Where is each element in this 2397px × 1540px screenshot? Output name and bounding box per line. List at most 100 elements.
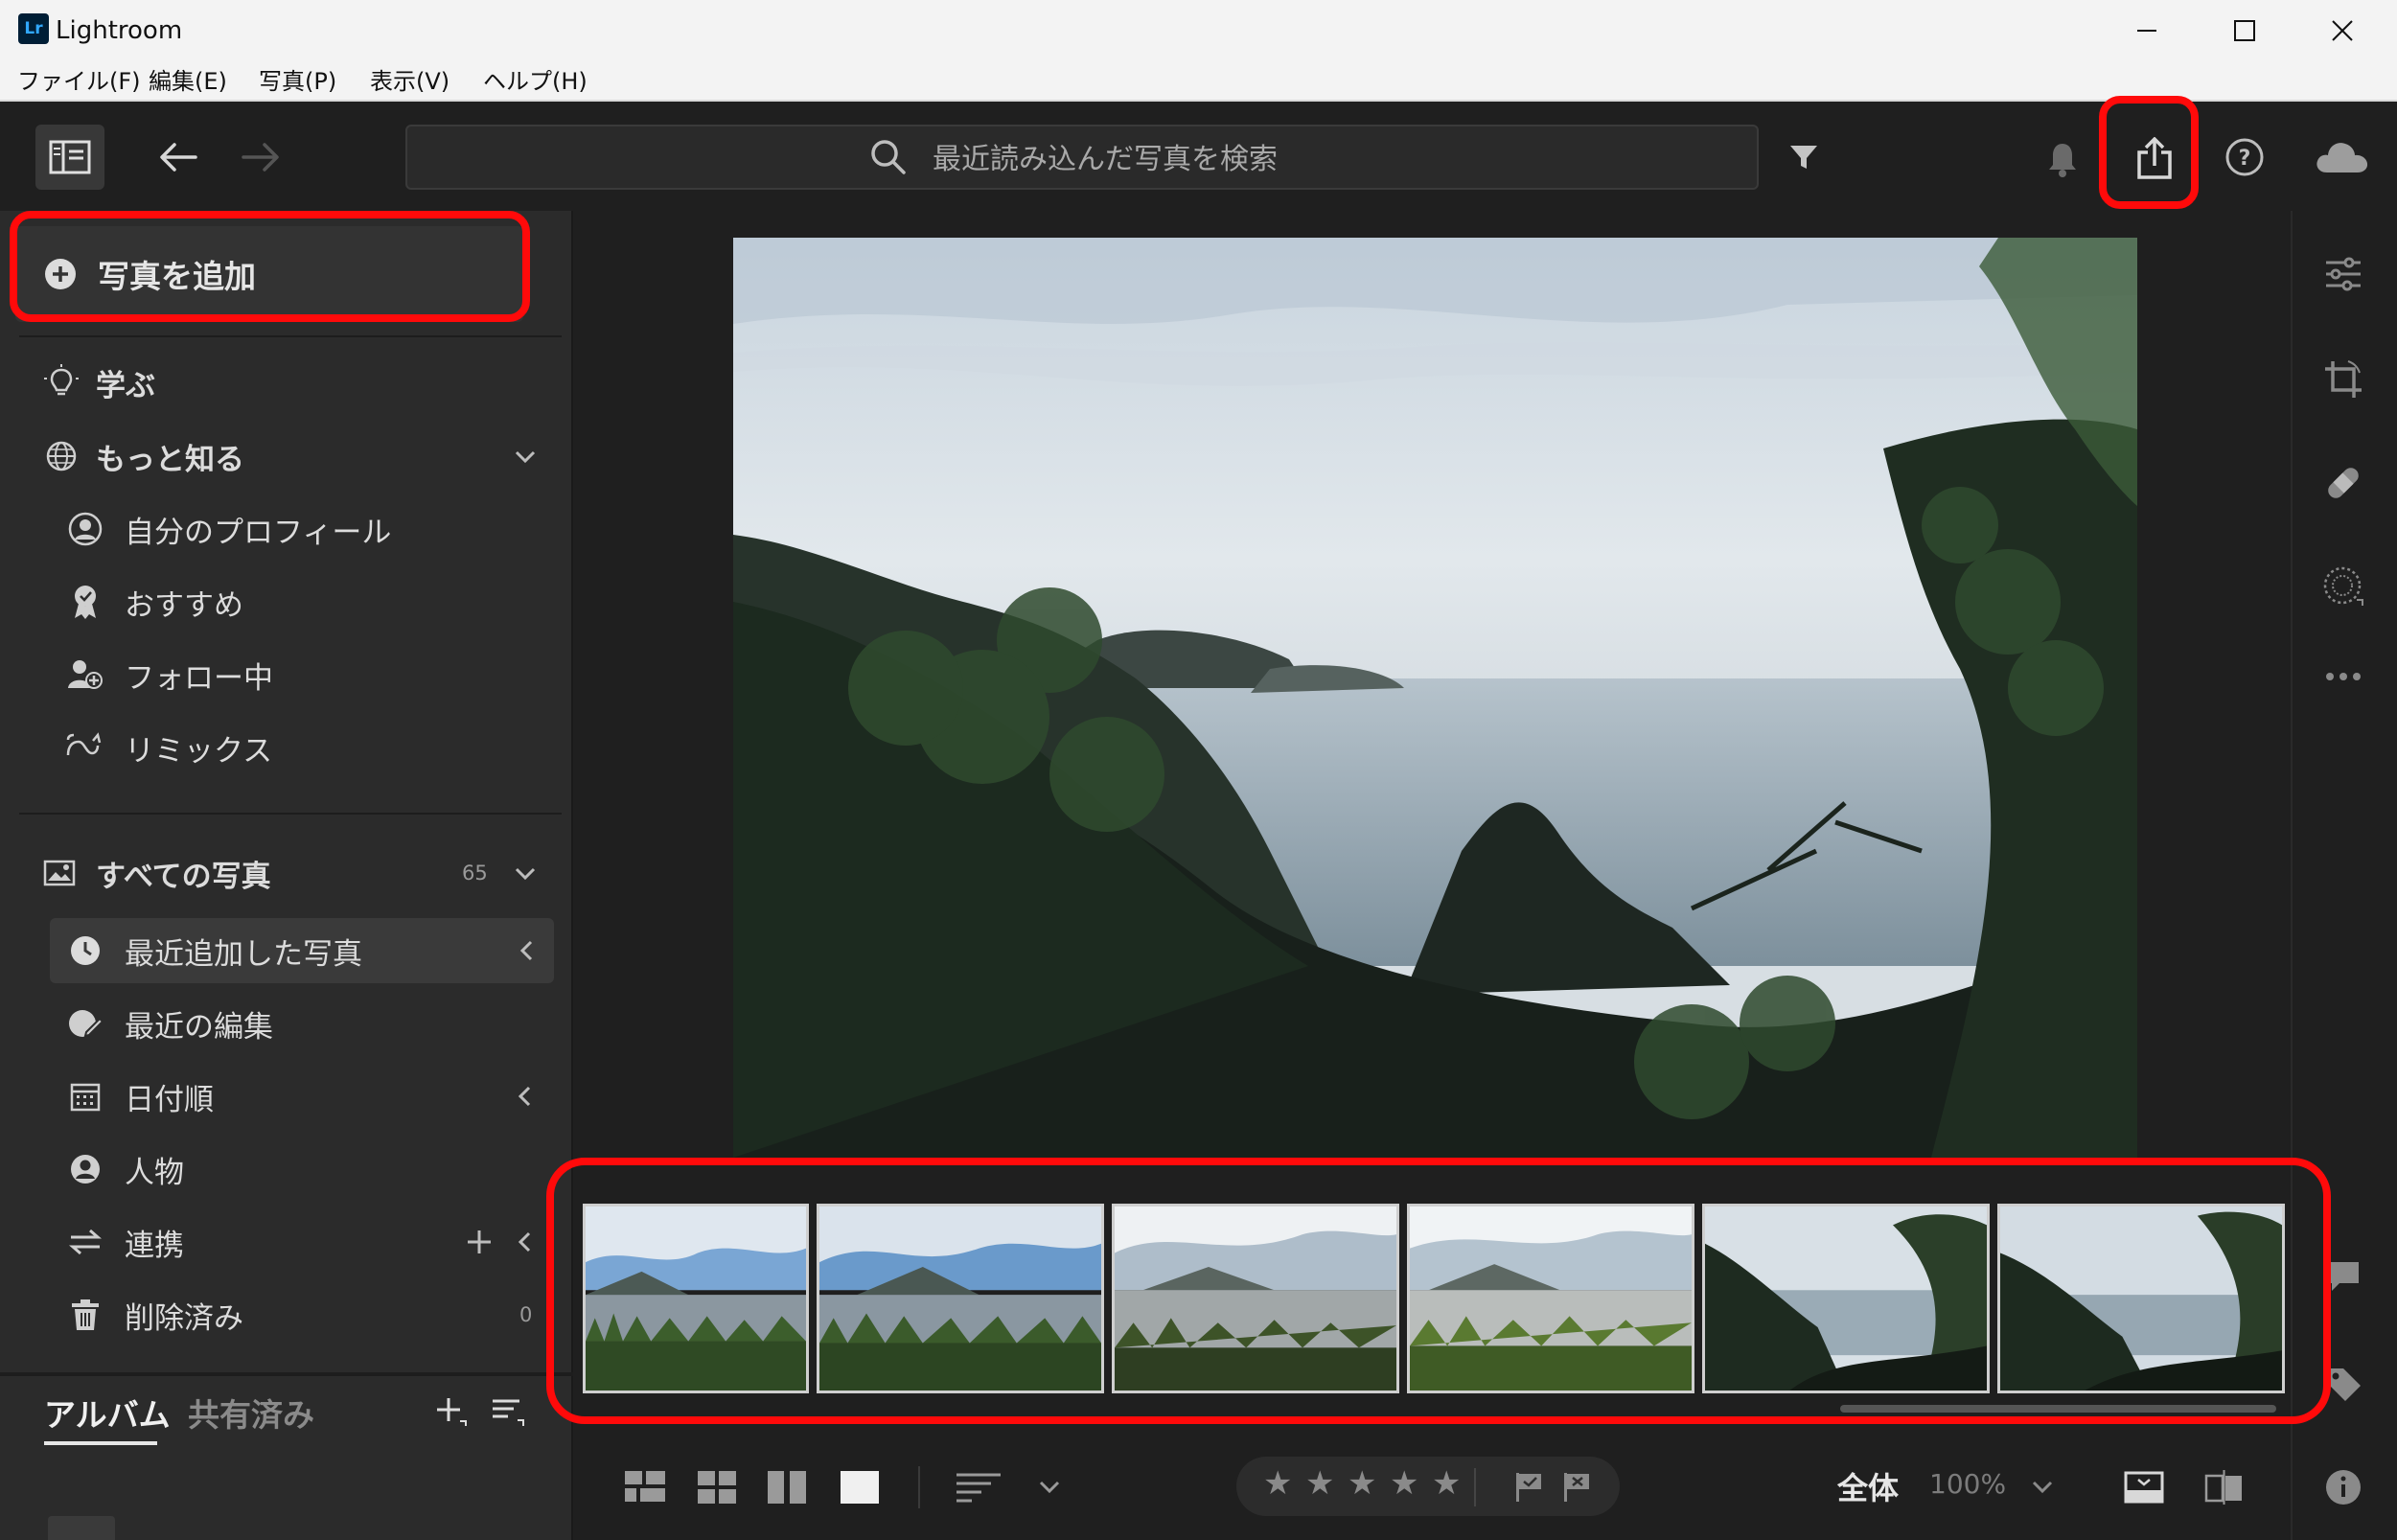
filmstrip-thumbnail[interactable] bbox=[817, 1204, 1104, 1393]
plus-icon[interactable] bbox=[466, 1229, 493, 1255]
filmstrip-thumbnail[interactable] bbox=[1702, 1204, 1990, 1393]
left-panel: 写真を追加 学ぶ もっと知る 自分のプロフィール おすすめ フォロー中 リミック… bbox=[0, 211, 573, 1540]
close-button[interactable] bbox=[2294, 0, 2390, 61]
forward-button[interactable] bbox=[234, 130, 288, 184]
trash-icon bbox=[67, 1297, 104, 1333]
square-grid-icon bbox=[625, 1471, 665, 1502]
zoom-level[interactable]: 100% bbox=[1929, 1468, 2006, 1500]
add-photo-button[interactable]: 写真を追加 bbox=[15, 226, 523, 322]
pick-flag-button[interactable] bbox=[1512, 1470, 1545, 1505]
thumbnail-image bbox=[1410, 1207, 1692, 1391]
before-after-button[interactable] bbox=[2202, 1468, 2247, 1506]
album-tabs: アルバム 共有済み bbox=[0, 1374, 573, 1460]
sidebar-item-following[interactable]: フォロー中 bbox=[0, 642, 573, 707]
menu-bar: ファイル(F) 編集(E) 写真(P) 表示(V) ヘルプ(H) bbox=[0, 61, 2397, 102]
panel-toggle-button[interactable] bbox=[35, 125, 104, 190]
globe-icon bbox=[43, 438, 80, 474]
back-button[interactable] bbox=[151, 130, 205, 184]
star-rating-4[interactable]: ★ bbox=[1390, 1464, 1418, 1503]
cloud-sync-button[interactable] bbox=[2312, 132, 2373, 182]
sidebar-item-label: 自分のプロフィール bbox=[125, 515, 392, 550]
mask-icon bbox=[2323, 566, 2363, 606]
help-button[interactable]: ? bbox=[2220, 132, 2270, 182]
sidebar-item-deleted[interactable]: 削除済み 0 bbox=[0, 1282, 573, 1347]
sidebar-item-label: 人物 bbox=[125, 1155, 184, 1190]
photo-grid-view-button[interactable] bbox=[623, 1468, 667, 1506]
add-album-icon[interactable] bbox=[435, 1395, 468, 1428]
filmstrip-thumbnail[interactable] bbox=[1407, 1204, 1694, 1393]
detail-view-button[interactable] bbox=[838, 1468, 882, 1506]
star-rating-5[interactable]: ★ bbox=[1432, 1464, 1461, 1503]
sort-button[interactable] bbox=[955, 1468, 1003, 1506]
sidebar-item-by-date[interactable]: 日付順 bbox=[0, 1064, 573, 1129]
lightroom-logo: Lr bbox=[18, 13, 49, 44]
minimize-button[interactable] bbox=[2099, 0, 2195, 61]
zoom-fit-label[interactable]: 全体 bbox=[1837, 1464, 1899, 1508]
keywords-button[interactable] bbox=[2316, 1357, 2370, 1411]
svg-text:?: ? bbox=[2239, 147, 2251, 171]
filmstrip-thumbnail[interactable] bbox=[583, 1204, 809, 1393]
compare-view-button[interactable] bbox=[765, 1468, 809, 1506]
album-thumbnail[interactable] bbox=[48, 1516, 115, 1540]
menu-help[interactable]: ヘルプ(H) bbox=[483, 65, 588, 98]
filmstrip-thumbnail[interactable] bbox=[1997, 1204, 2285, 1393]
single-view-icon bbox=[841, 1471, 879, 1504]
columns-icon bbox=[768, 1471, 806, 1504]
filmstrip-thumbnail[interactable] bbox=[1112, 1204, 1399, 1393]
main-photo[interactable] bbox=[733, 238, 2137, 1158]
reject-flag-button[interactable] bbox=[1560, 1470, 1593, 1505]
menu-view[interactable]: 表示(V) bbox=[370, 65, 449, 98]
window-title: Lightroom bbox=[56, 16, 183, 45]
filter-button[interactable] bbox=[1783, 136, 1825, 178]
masking-button[interactable] bbox=[2316, 560, 2370, 613]
square-grid-view-button[interactable] bbox=[695, 1468, 739, 1506]
sort-lines-icon bbox=[956, 1473, 1001, 1503]
sort-dropdown[interactable] bbox=[1035, 1472, 1064, 1501]
menu-photo[interactable]: 写真(P) bbox=[259, 65, 336, 98]
filmstrip-scrollbar[interactable] bbox=[1840, 1405, 2276, 1413]
more-options-button[interactable] bbox=[2316, 650, 2370, 703]
search-input[interactable] bbox=[933, 138, 1718, 180]
bandage-icon bbox=[2328, 468, 2359, 498]
share-button[interactable] bbox=[2126, 130, 2183, 188]
sort-icon[interactable] bbox=[491, 1395, 525, 1428]
filter-icon bbox=[1790, 146, 1817, 169]
sidebar-item-discover[interactable]: もっと知る bbox=[0, 424, 573, 489]
sidebar-panel-icon bbox=[49, 140, 91, 174]
divider bbox=[1474, 1468, 1476, 1506]
grid-icon bbox=[698, 1471, 736, 1504]
menu-edit[interactable]: 編集(E) bbox=[149, 65, 227, 98]
sliders-icon bbox=[2326, 257, 2361, 291]
crop-icon bbox=[2325, 360, 2362, 398]
chevron-left-icon bbox=[518, 1231, 531, 1253]
zoom-dropdown[interactable] bbox=[2028, 1472, 2057, 1501]
sidebar-item-recent-edits[interactable]: 最近の編集 bbox=[0, 991, 573, 1056]
tab-albums[interactable]: アルバム bbox=[44, 1390, 171, 1436]
sidebar-item-people[interactable]: 人物 bbox=[0, 1137, 573, 1202]
healing-button[interactable] bbox=[2316, 456, 2370, 510]
sidebar-item-all-photos[interactable]: すべての写真 65 bbox=[0, 840, 573, 906]
comments-button[interactable] bbox=[2316, 1250, 2370, 1303]
sidebar-item-recommended[interactable]: おすすめ bbox=[0, 569, 573, 634]
star-rating-3[interactable]: ★ bbox=[1348, 1464, 1376, 1503]
filmstrip-toggle-button[interactable] bbox=[2122, 1468, 2166, 1506]
maximize-button[interactable] bbox=[2197, 0, 2293, 61]
star-rating-2[interactable]: ★ bbox=[1305, 1464, 1334, 1503]
crop-button[interactable] bbox=[2316, 353, 2370, 406]
chevron-down-icon bbox=[515, 867, 536, 881]
edit-panel-button[interactable] bbox=[2316, 247, 2370, 301]
menu-file[interactable]: ファイル(F) bbox=[17, 65, 141, 98]
tab-shared[interactable]: 共有済み bbox=[188, 1390, 314, 1436]
thumbnail-image bbox=[1115, 1207, 1396, 1391]
sidebar-item-remix[interactable]: リミックス bbox=[0, 715, 573, 780]
person-icon bbox=[67, 1151, 104, 1187]
sidebar-item-sync[interactable]: 連携 bbox=[0, 1209, 573, 1275]
sidebar-item-recently-added[interactable]: 最近追加した写真 bbox=[50, 918, 554, 983]
star-rating-1[interactable]: ★ bbox=[1263, 1464, 1292, 1503]
sidebar-item-profile[interactable]: 自分のプロフィール bbox=[0, 496, 573, 562]
sidebar-item-learn[interactable]: 学ぶ bbox=[0, 350, 573, 415]
search-box[interactable] bbox=[405, 125, 1759, 190]
notifications-button[interactable] bbox=[2040, 136, 2086, 182]
comment-icon bbox=[2328, 1262, 2359, 1291]
info-button[interactable] bbox=[2316, 1460, 2370, 1514]
